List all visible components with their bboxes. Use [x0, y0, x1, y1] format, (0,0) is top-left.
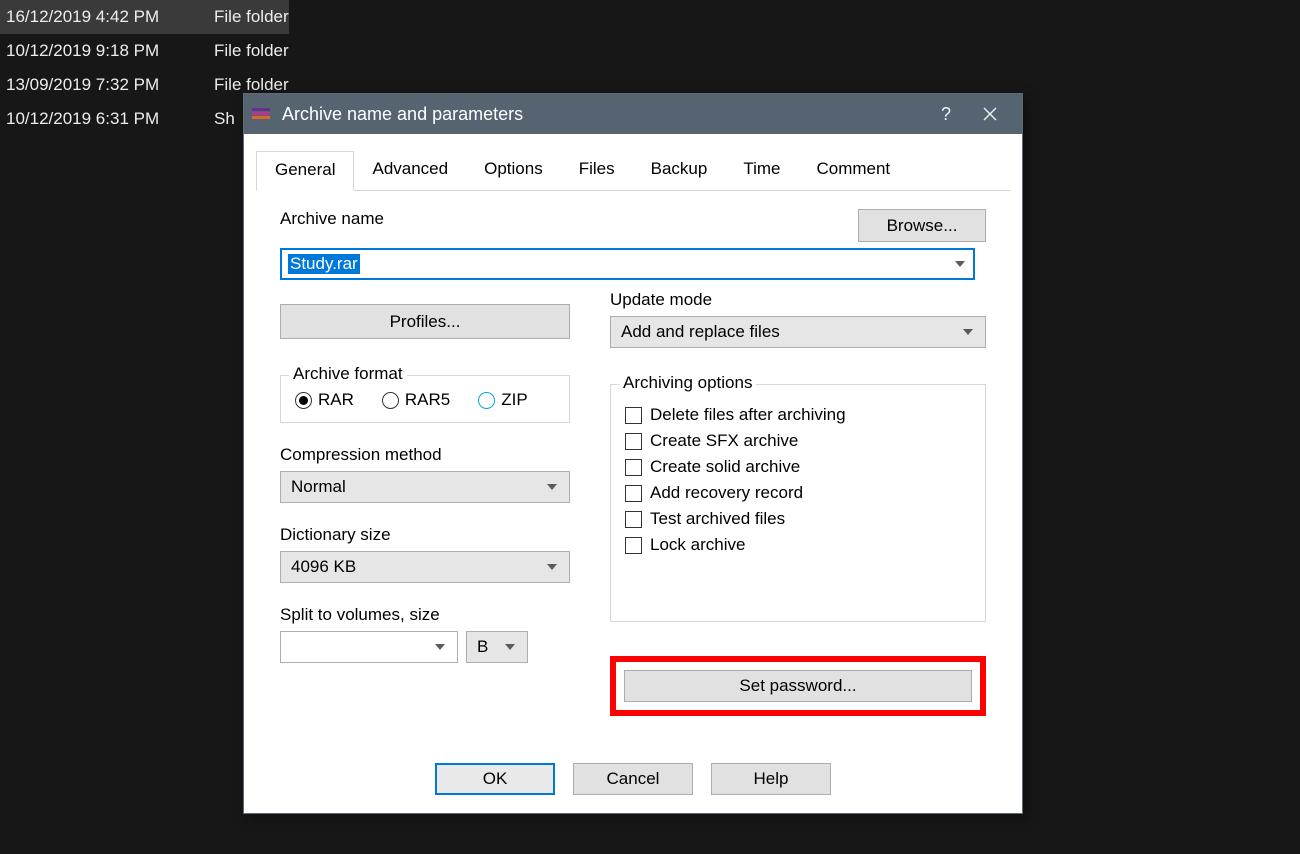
radio-rar5[interactable]: RAR5	[382, 390, 450, 410]
list-row[interactable]: 10/12/2019 9:18 PM File folder	[0, 34, 289, 68]
radio-label: ZIP	[501, 390, 527, 410]
split-unit-dropdown[interactable]: B	[466, 631, 528, 663]
dictionary-dropdown[interactable]: 4096 KB	[280, 551, 570, 583]
checkbox-recovery[interactable]: Add recovery record	[625, 483, 971, 503]
split-label: Split to volumes, size	[280, 605, 570, 625]
dialog-footer: OK Cancel Help	[244, 749, 1022, 813]
update-mode-dropdown[interactable]: Add and replace files	[610, 316, 986, 348]
dialog-title: Archive name and parameters	[282, 104, 924, 125]
radio-icon	[478, 392, 495, 409]
checkbox-icon	[625, 537, 642, 554]
archive-format-legend: Archive format	[289, 364, 407, 384]
radio-icon	[295, 392, 312, 409]
archive-name-label: Archive name	[280, 209, 384, 229]
browse-button[interactable]: Browse...	[858, 209, 986, 242]
dictionary-label: Dictionary size	[280, 525, 570, 545]
tab-strip: General Advanced Options Files Backup Ti…	[256, 150, 1010, 191]
titlebar[interactable]: Archive name and parameters ?	[244, 94, 1022, 134]
checkbox-label: Lock archive	[650, 535, 745, 555]
row-date: 13/09/2019 7:32 PM	[0, 75, 198, 95]
compression-label: Compression method	[280, 445, 570, 465]
checkbox-solid[interactable]: Create solid archive	[625, 457, 971, 477]
set-password-highlight: Set password...	[610, 656, 986, 716]
checkbox-label: Create SFX archive	[650, 431, 798, 451]
row-type: File folder	[198, 41, 289, 61]
row-date: 10/12/2019 9:18 PM	[0, 41, 198, 61]
split-size-input[interactable]	[280, 631, 458, 663]
checkbox-label: Test archived files	[650, 509, 785, 529]
format-radio-group: RAR RAR5 ZIP	[295, 390, 555, 410]
chevron-down-icon	[547, 484, 557, 490]
tab-files[interactable]: Files	[561, 151, 633, 191]
checkbox-icon	[625, 459, 642, 476]
row-type: File folder	[198, 7, 289, 27]
row-type: Sh	[198, 109, 235, 129]
checkbox-label: Add recovery record	[650, 483, 803, 503]
radio-label: RAR	[318, 390, 354, 410]
radio-label: RAR5	[405, 390, 450, 410]
chevron-down-icon[interactable]	[955, 261, 965, 267]
archive-name-value: Study.rar	[288, 254, 360, 274]
checkbox-icon	[625, 407, 642, 424]
checkbox-test[interactable]: Test archived files	[625, 509, 971, 529]
close-button[interactable]	[968, 94, 1012, 134]
chevron-down-icon	[547, 564, 557, 570]
tab-comment[interactable]: Comment	[798, 151, 908, 191]
dropdown-value: Add and replace files	[621, 322, 780, 342]
checkbox-delete-files[interactable]: Delete files after archiving	[625, 405, 971, 425]
radio-icon	[382, 392, 399, 409]
checkbox-icon	[625, 485, 642, 502]
checkbox-lock[interactable]: Lock archive	[625, 535, 971, 555]
tab-advanced[interactable]: Advanced	[354, 151, 466, 191]
checkbox-label: Create solid archive	[650, 457, 800, 477]
radio-rar[interactable]: RAR	[295, 390, 354, 410]
checkbox-icon	[625, 511, 642, 528]
chevron-down-icon	[435, 644, 445, 650]
help-button[interactable]: ?	[924, 94, 968, 134]
general-panel: Archive name Browse... Study.rar Profile…	[244, 191, 1022, 749]
tab-backup[interactable]: Backup	[633, 151, 726, 191]
archiving-options-legend: Archiving options	[619, 373, 756, 393]
dropdown-value: Normal	[291, 477, 346, 497]
profiles-button[interactable]: Profiles...	[280, 304, 570, 339]
checkbox-label: Delete files after archiving	[650, 405, 846, 425]
dropdown-value: 4096 KB	[291, 557, 356, 577]
chevron-down-icon	[963, 329, 973, 335]
checkbox-icon	[625, 433, 642, 450]
archive-name-input[interactable]: Study.rar	[280, 248, 975, 280]
list-row[interactable]: 16/12/2019 4:42 PM File folder	[0, 0, 289, 34]
dropdown-value: B	[477, 637, 488, 657]
set-password-button[interactable]: Set password...	[624, 670, 972, 702]
cancel-button[interactable]: Cancel	[573, 763, 693, 795]
winrar-icon	[250, 103, 272, 125]
tab-general[interactable]: General	[256, 151, 354, 191]
chevron-down-icon	[505, 644, 515, 650]
archive-dialog: Archive name and parameters ? General Ad…	[243, 93, 1023, 814]
row-date: 10/12/2019 6:31 PM	[0, 109, 198, 129]
compression-dropdown[interactable]: Normal	[280, 471, 570, 503]
row-date: 16/12/2019 4:42 PM	[0, 7, 198, 27]
ok-button[interactable]: OK	[435, 763, 555, 795]
tab-options[interactable]: Options	[466, 151, 561, 191]
row-type: File folder	[198, 75, 289, 95]
help-footer-button[interactable]: Help	[711, 763, 831, 795]
update-mode-label: Update mode	[610, 290, 986, 310]
radio-zip[interactable]: ZIP	[478, 390, 527, 410]
checkbox-sfx[interactable]: Create SFX archive	[625, 431, 971, 451]
tab-time[interactable]: Time	[725, 151, 798, 191]
